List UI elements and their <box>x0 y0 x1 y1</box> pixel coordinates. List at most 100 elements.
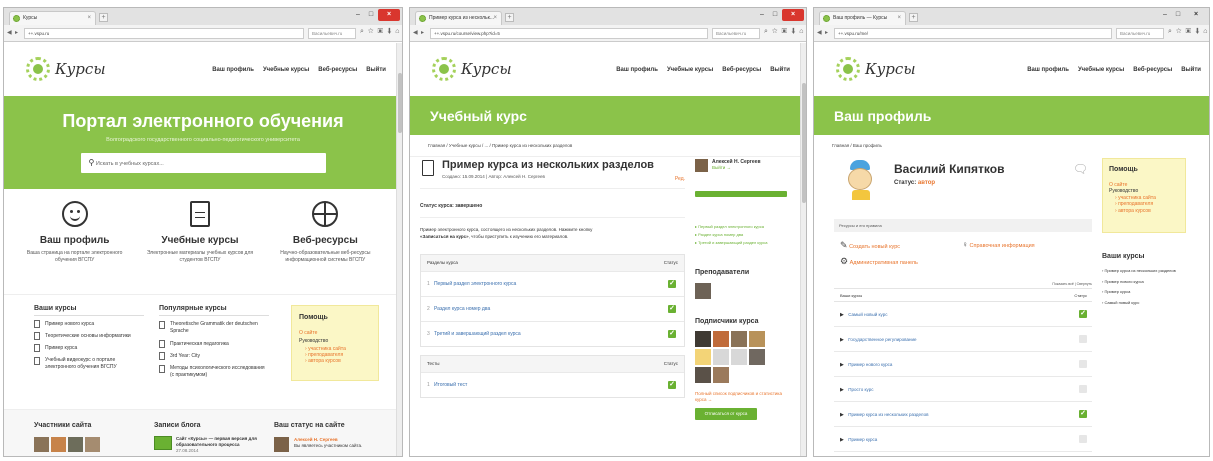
close-window-icon[interactable]: × <box>782 9 804 21</box>
help-link[interactable]: › автора курсов <box>1109 208 1179 215</box>
avatar[interactable] <box>274 437 289 452</box>
show-hide-toggle[interactable]: Показать всё | Свернуть <box>834 282 1092 286</box>
site-logo[interactable]: Курсы <box>432 57 512 81</box>
minimize-icon[interactable]: – <box>352 9 364 21</box>
avatar[interactable] <box>695 349 711 365</box>
avatar[interactable] <box>51 437 66 452</box>
toolbar-icons[interactable]: ⌕☆▣⬇⌂≡ <box>360 28 402 36</box>
breadcrumb[interactable]: Главная / Учебные курсы / ... / Пример к… <box>410 135 806 157</box>
side-course-link[interactable]: › Самый новый курс <box>1102 300 1192 306</box>
avatar[interactable] <box>749 331 765 347</box>
menu-courses[interactable]: Учебные курсы <box>1078 67 1124 73</box>
avatar[interactable] <box>85 437 100 452</box>
table-row[interactable]: ▶ Пример курса из нескольких разделов ✓ <box>834 402 1092 427</box>
menu-resources[interactable]: Веб-ресурсы <box>1133 67 1172 73</box>
course-name[interactable]: Пример нового курса <box>845 362 892 367</box>
list-item[interactable]: Пример нового курса <box>34 320 144 328</box>
blog-entry[interactable]: Сайт «Курсы» — первая версия для образов… <box>154 436 269 454</box>
new-tab-button[interactable]: + <box>99 13 108 22</box>
address-bar[interactable]: ++.vspu.ru <box>24 28 304 39</box>
side-course-link[interactable]: › Пример нового курса <box>1102 279 1192 285</box>
close-tab-icon[interactable]: × <box>493 12 497 25</box>
table-row[interactable]: ▶ Самый новый курс ✓ <box>834 302 1092 327</box>
avatar[interactable] <box>34 437 49 452</box>
browser-search[interactable]: Васильевич.ru <box>712 28 760 39</box>
maximize-icon[interactable]: □ <box>769 9 781 21</box>
site-logo[interactable]: Курсы <box>836 57 916 81</box>
forward-icon[interactable]: ▸ <box>825 29 828 36</box>
menu-logout[interactable]: Выйти <box>770 67 790 73</box>
side-course-link[interactable]: › Пример курса из нескольких разделов <box>1102 268 1192 274</box>
table-row[interactable]: ▶ Государственное регулирование✓ <box>834 327 1092 352</box>
help-link[interactable]: › автора курсов <box>299 358 371 364</box>
close-tab-icon[interactable]: × <box>897 12 901 25</box>
menu-resources[interactable]: Веб-ресурсы <box>318 67 357 73</box>
browser-tab[interactable]: Курсы × <box>9 11 96 25</box>
table-row[interactable]: 3 Третий и завершающий раздел курса ✓ <box>421 321 684 346</box>
close-window-icon[interactable]: × <box>1185 9 1207 21</box>
menu-courses[interactable]: Учебные курсы <box>667 67 713 73</box>
browser-tab[interactable]: Пример курса из нескольк... × <box>415 11 502 25</box>
status-name[interactable]: Алексей Н. Сергеев <box>294 437 338 442</box>
address-bar[interactable]: ++.vspu.ru/me/ <box>834 28 1112 39</box>
course-name[interactable]: Просто курс <box>845 387 873 392</box>
close-window-icon[interactable]: × <box>378 9 400 21</box>
course-name[interactable]: Государственное регулирование <box>845 337 916 342</box>
maximize-icon[interactable]: □ <box>1172 9 1184 21</box>
list-item[interactable]: Практическая педагогика <box>159 340 269 348</box>
table-row[interactable]: 2 Раздел курса номер два ✓ <box>421 296 684 321</box>
avatar[interactable] <box>695 367 711 383</box>
maximize-icon[interactable]: □ <box>365 9 377 21</box>
avatar[interactable] <box>68 437 83 452</box>
side-link[interactable]: ▸ Первый раздел электронного курса <box>695 223 787 231</box>
back-icon[interactable]: ◀ <box>413 29 418 36</box>
table-row[interactable]: ▶ Просто курс✓ <box>834 377 1092 402</box>
toolbar-icons[interactable]: ⌕☆▣⬇⌂≡ <box>764 28 806 36</box>
browser-tab[interactable]: Ваш профиль — Курсы × <box>819 11 906 25</box>
table-row[interactable]: ▶ Пример нового курса✓ <box>834 352 1092 377</box>
menu-profile[interactable]: Ваш профиль <box>212 67 254 73</box>
table-row[interactable]: ▶ Пример курса✓ <box>834 427 1092 452</box>
subscribers-link[interactable]: Полный список подписчиков и статистика к… <box>695 391 787 403</box>
close-tab-icon[interactable]: × <box>87 12 91 25</box>
list-item[interactable]: Учебный видеокурс о портале электронного… <box>34 357 144 371</box>
logout-link[interactable]: Выйти → <box>712 165 731 170</box>
table-row[interactable]: 1 Итоговый тест ✓ <box>421 372 684 397</box>
menu-courses[interactable]: Учебные курсы <box>263 67 309 73</box>
avatar[interactable] <box>713 331 729 347</box>
forward-icon[interactable]: ▸ <box>421 29 424 36</box>
reference-link[interactable]: ♀ Справочная информация <box>962 240 1035 249</box>
avatar[interactable] <box>713 367 729 383</box>
minimize-icon[interactable]: – <box>756 9 768 21</box>
menu-resources[interactable]: Веб-ресурсы <box>722 67 761 73</box>
menu-profile[interactable]: Ваш профиль <box>1027 67 1069 73</box>
browser-search[interactable]: Васильевич.ru <box>1116 28 1164 39</box>
menu-profile[interactable]: Ваш профиль <box>616 67 658 73</box>
cartoon-avatar[interactable] <box>842 160 878 200</box>
course-name[interactable]: Самый новый курс <box>845 312 887 317</box>
course-search-input[interactable]: ⚲ Искать в учебных курсах... <box>80 153 326 173</box>
menu-logout[interactable]: Выйти <box>1181 67 1201 73</box>
site-logo[interactable]: Курсы <box>26 57 106 81</box>
back-icon[interactable]: ◀ <box>7 29 12 36</box>
avatar[interactable] <box>695 283 711 299</box>
avatar[interactable] <box>749 349 765 365</box>
avatar[interactable] <box>695 331 711 347</box>
avatar[interactable] <box>713 349 729 365</box>
list-item[interactable]: Теоретические основы информатики <box>34 332 144 340</box>
new-tab-button[interactable]: + <box>505 13 514 22</box>
avatar[interactable] <box>695 159 708 172</box>
help-about-link[interactable]: О сайте <box>299 330 371 336</box>
list-item[interactable]: Theoretische Grammatik der deutschen Spr… <box>159 321 269 335</box>
new-tab-button[interactable]: + <box>909 13 918 22</box>
table-row[interactable]: 1 Первый раздел электронного курса ✓ <box>421 271 684 296</box>
course-name[interactable]: Пример курса из нескольких разделов <box>845 412 928 417</box>
forward-icon[interactable]: ▸ <box>15 29 18 36</box>
edit-link[interactable]: Ред. <box>675 176 685 182</box>
scrollbar[interactable] <box>800 43 806 456</box>
side-course-link[interactable]: › Пример курса <box>1102 289 1192 295</box>
feature-courses[interactable]: Учебные курсы Электронные материалы учеб… <box>145 201 255 294</box>
scrollbar[interactable] <box>396 43 402 456</box>
list-item[interactable]: Методы психологического исследования (с … <box>159 365 269 379</box>
side-link[interactable]: ▸ Раздел курса номер два <box>695 231 787 239</box>
